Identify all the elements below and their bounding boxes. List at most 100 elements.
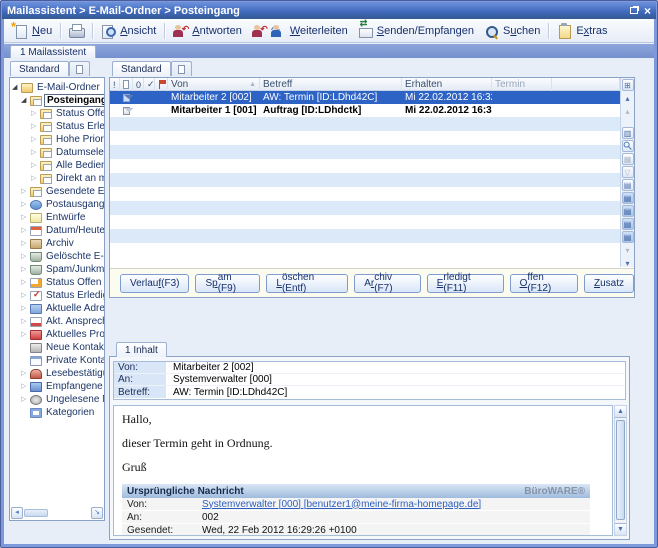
col-page[interactable]: [120, 78, 133, 91]
expander-icon[interactable]: [21, 252, 30, 261]
tree-item-hohe-prioritaet[interactable]: Hohe Priorität: [10, 133, 104, 146]
expander-icon[interactable]: [21, 239, 30, 248]
tree-item-postausgang[interactable]: Postausgang: [10, 198, 104, 211]
search-button[interactable]: Suchen: [479, 21, 545, 41]
view-mode-2-icon[interactable]: ▤: [622, 205, 634, 217]
tree-item-email-ordner[interactable]: E-Mail-Ordner: [10, 81, 104, 94]
sidebar-tab-new-view[interactable]: [69, 61, 90, 76]
col-erhalten[interactable]: Erhalten: [402, 78, 492, 91]
tree-item-private-kontakte[interactable]: Private Kontakte: [10, 354, 104, 367]
col-flag[interactable]: [155, 78, 168, 91]
mail-row-selected[interactable]: Mitarbeiter 2 [002] AW: Termin [ID:LDhd4…: [110, 91, 620, 104]
search-list-icon[interactable]: [622, 140, 634, 152]
tree-item-gesendete[interactable]: Gesendete E-Mails: [10, 185, 104, 198]
tree-item-status-offen[interactable]: Status Offen: [10, 107, 104, 120]
loeschen-button[interactable]: Löschen (Entf): [266, 274, 348, 293]
tab-mailassistent[interactable]: 1 Mailassistent: [10, 45, 96, 58]
forward-button[interactable]: ↶ ↷ Weiterleiten: [247, 21, 353, 41]
tree-item-ungelesene-mails[interactable]: Ungelesene Mails: [10, 393, 104, 406]
expander-icon[interactable]: [31, 109, 40, 118]
print-list-icon[interactable]: ▤: [622, 179, 634, 191]
zusatz-button[interactable]: Zusatz: [584, 274, 634, 293]
expander-icon[interactable]: [21, 96, 30, 105]
expander-icon[interactable]: [21, 395, 30, 404]
view-mode-4-icon[interactable]: ▤: [622, 231, 634, 243]
tree-horizontal-scrollbar[interactable]: ◂: [11, 507, 48, 519]
expander-icon[interactable]: [12, 83, 21, 92]
sidebar-tab-standard[interactable]: Standard: [10, 61, 69, 76]
reply-button[interactable]: ↶ Antworten: [168, 21, 247, 41]
col-priority[interactable]: !: [110, 78, 120, 91]
col-von[interactable]: Von▲: [168, 78, 260, 91]
tree-item-kategorien[interactable]: Kategorien: [10, 406, 104, 419]
scroll-top-icon[interactable]: ▴: [622, 92, 634, 104]
expander-icon[interactable]: [21, 278, 30, 287]
tree-item-ansprechpartner[interactable]: Akt. Ansprechpartner: [10, 315, 104, 328]
tree-item-entwuerfe[interactable]: Entwürfe: [10, 211, 104, 224]
expand-panel-button[interactable]: ↘: [91, 507, 103, 519]
expander-icon[interactable]: [31, 122, 40, 131]
expander-icon[interactable]: [31, 174, 40, 183]
expander-icon[interactable]: [21, 200, 30, 209]
new-button[interactable]: Neu: [8, 21, 57, 41]
tree-item-alle-bediener[interactable]: Alle Bediener: [10, 159, 104, 172]
col-termin[interactable]: Termin: [492, 78, 552, 91]
close-button[interactable]: ×: [644, 6, 651, 16]
view-button[interactable]: Ansicht: [96, 21, 161, 41]
expander-icon[interactable]: [21, 226, 30, 235]
tree-item-status-erledigt-2[interactable]: Status Erledigt: [10, 289, 104, 302]
col-check[interactable]: ✓: [144, 78, 155, 91]
tree-item-status-erledigt[interactable]: Status Erledigt: [10, 120, 104, 133]
tree-item-empfangene-mails[interactable]: Empfangene Mails: [10, 380, 104, 393]
expander-icon[interactable]: [21, 187, 30, 196]
spam-button[interactable]: Spam (F9): [195, 274, 260, 293]
expander-icon[interactable]: [21, 291, 30, 300]
scroll-down-icon[interactable]: ▾: [622, 244, 634, 256]
tab-inhalt[interactable]: 1 Inhalt: [116, 342, 167, 357]
tree-item-posteingang[interactable]: Posteingang: [10, 94, 104, 107]
scroll-left-icon[interactable]: ◂: [11, 507, 23, 519]
expander-icon[interactable]: [31, 135, 40, 144]
tree-item-datum-heute[interactable]: Datum/Heute: [10, 224, 104, 237]
tree-item-aktuelle-adresse[interactable]: Aktuelle Adresse: [10, 302, 104, 315]
expander-icon[interactable]: [21, 265, 30, 274]
col-betreff[interactable]: Betreff: [260, 78, 402, 91]
filter-icon[interactable]: ▽: [622, 166, 634, 178]
sender-email-link[interactable]: Systemverwalter [000] [benutzer1@meine-f…: [200, 498, 590, 510]
tree-item-status-offen-2[interactable]: Status Offen: [10, 276, 104, 289]
expander-icon[interactable]: [21, 382, 30, 391]
expander-icon[interactable]: [21, 213, 30, 222]
tree-item-geloeschte[interactable]: Gelöschte E-Mails: [10, 250, 104, 263]
tree-item-direkt-an-mich[interactable]: Direkt an mich: [10, 172, 104, 185]
scroll-up-icon[interactable]: ▲: [615, 406, 626, 418]
scroll-down-icon[interactable]: ▼: [615, 523, 626, 535]
maillist-tab-standard[interactable]: Standard: [112, 61, 171, 76]
verlauf-button[interactable]: Verlauf (F3): [120, 274, 189, 293]
tree-item-spam[interactable]: Spam/Junkmails: [10, 263, 104, 276]
select-columns-icon[interactable]: ⊞: [622, 79, 634, 91]
tree-item-lesebestaetigungen[interactable]: Lesebestätigungen: [10, 367, 104, 380]
tree-item-datumselektion[interactable]: Datumselektion: [10, 146, 104, 159]
expander-icon[interactable]: [21, 330, 30, 339]
table-view-icon[interactable]: ▥: [622, 127, 634, 139]
view-mode-1-icon[interactable]: ▤: [622, 192, 634, 204]
scroll-up-icon[interactable]: ▴: [622, 105, 634, 117]
archiv-button[interactable]: Archiv (F7): [354, 274, 421, 293]
mail-row-unread[interactable]: Mitarbeiter 1 [001] Auftrag [ID:LDhdctk]…: [110, 104, 620, 117]
scrollbar-thumb[interactable]: [24, 509, 48, 517]
send-receive-button[interactable]: Senden/Empfangen: [353, 21, 479, 41]
expander-icon[interactable]: [21, 317, 30, 326]
col-attachment[interactable]: 0: [133, 78, 144, 91]
content-scrollbar[interactable]: ▲ ▼: [614, 405, 627, 536]
print-button[interactable]: [64, 21, 89, 41]
tree-item-archiv[interactable]: Archiv: [10, 237, 104, 250]
restore-button[interactable]: [630, 7, 638, 14]
expander-icon[interactable]: [21, 369, 30, 378]
batch-icon[interactable]: ▦: [622, 153, 634, 165]
offen-button[interactable]: Offen (F12): [510, 274, 578, 293]
tree-item-neue-kontakte[interactable]: Neue Kontakte: [10, 341, 104, 354]
tree-item-aktuelles-projekt[interactable]: Aktuelles Projekt: [10, 328, 104, 341]
expander-icon[interactable]: [21, 304, 30, 313]
extras-button[interactable]: Extras: [552, 21, 612, 41]
erledigt-button[interactable]: Erledigt (F11): [427, 274, 504, 293]
